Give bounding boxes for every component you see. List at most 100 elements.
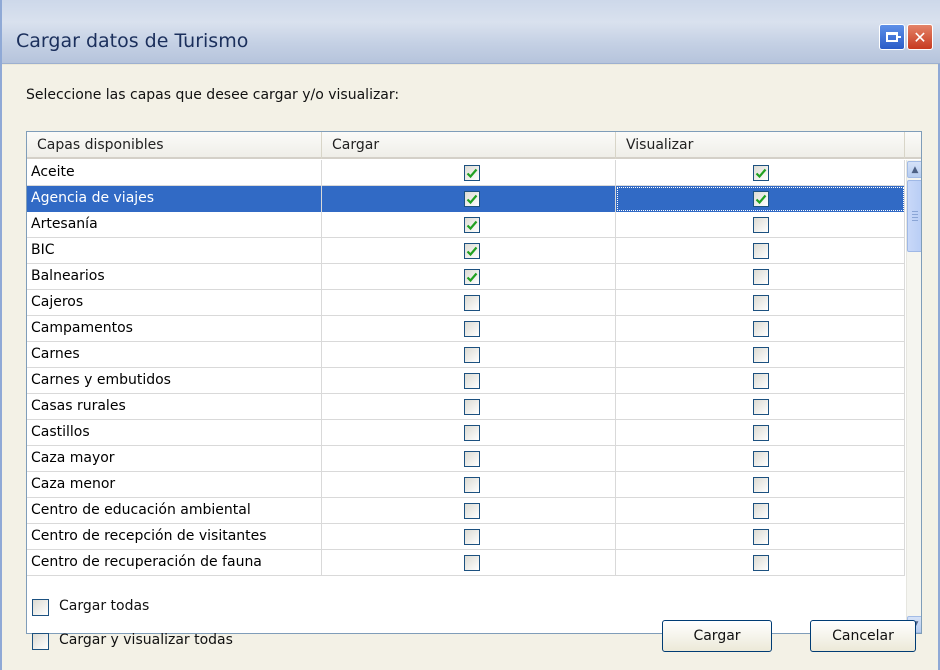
- load-checkbox[interactable]: [464, 165, 480, 181]
- column-header-load[interactable]: Cargar: [322, 132, 616, 159]
- table-row[interactable]: Caza menor: [27, 472, 905, 498]
- load-view-all-checkbox[interactable]: [32, 633, 49, 650]
- table-row[interactable]: Centro de recepción de visitantes: [27, 524, 905, 550]
- column-header-layers[interactable]: Capas disponibles: [27, 132, 322, 159]
- view-checkbox[interactable]: [753, 295, 769, 311]
- load-cell: [322, 186, 616, 212]
- load-checkbox[interactable]: [464, 503, 480, 519]
- scroll-thumb[interactable]: [907, 180, 921, 252]
- view-checkbox[interactable]: [753, 529, 769, 545]
- load-checkbox[interactable]: [464, 243, 480, 259]
- vertical-scrollbar[interactable]: ▲ ▼: [906, 160, 921, 633]
- layer-name: Artesanía: [27, 212, 322, 238]
- restore-button[interactable]: [879, 24, 905, 50]
- view-cell: [616, 446, 905, 472]
- view-cell: [616, 290, 905, 316]
- layer-name: Castillos: [27, 420, 322, 446]
- load-cell: [322, 498, 616, 524]
- view-checkbox[interactable]: [753, 477, 769, 493]
- table-row[interactable]: BIC: [27, 238, 905, 264]
- view-checkbox[interactable]: [753, 165, 769, 181]
- load-checkbox[interactable]: [464, 347, 480, 363]
- table-row[interactable]: Artesanía: [27, 212, 905, 238]
- view-checkbox[interactable]: [753, 269, 769, 285]
- view-checkbox[interactable]: [753, 451, 769, 467]
- layer-name: Centro de recuperación de fauna: [27, 550, 322, 576]
- table-row[interactable]: Castillos: [27, 420, 905, 446]
- load-cell: [322, 472, 616, 498]
- column-header-view[interactable]: Visualizar: [616, 132, 905, 159]
- checkmark-icon: [755, 194, 767, 205]
- table-row[interactable]: Aceite: [27, 160, 905, 186]
- dialog-window: Cargar datos de Turismo ✕ Seleccione las…: [0, 0, 940, 670]
- load-checkbox[interactable]: [464, 399, 480, 415]
- table-row[interactable]: Carnes: [27, 342, 905, 368]
- load-checkbox[interactable]: [464, 191, 480, 207]
- cancel-button[interactable]: Cancelar: [810, 620, 916, 652]
- layer-name: Balnearios: [27, 264, 322, 290]
- view-checkbox[interactable]: [753, 373, 769, 389]
- table-row[interactable]: Centro de educación ambiental: [27, 498, 905, 524]
- load-cell: [322, 420, 616, 446]
- checkmark-icon: [466, 168, 478, 179]
- view-checkbox[interactable]: [753, 321, 769, 337]
- load-checkbox[interactable]: [464, 321, 480, 337]
- load-checkbox[interactable]: [464, 555, 480, 571]
- view-checkbox[interactable]: [753, 555, 769, 571]
- checkmark-icon: [466, 194, 478, 205]
- load-checkbox[interactable]: [464, 295, 480, 311]
- title-bar[interactable]: Cargar datos de Turismo ✕: [2, 0, 940, 64]
- table-row[interactable]: Carnes y embutidos: [27, 368, 905, 394]
- layer-name: Campamentos: [27, 316, 322, 342]
- table-row[interactable]: Cajeros: [27, 290, 905, 316]
- table-row[interactable]: Caza mayor: [27, 446, 905, 472]
- view-cell: [616, 264, 905, 290]
- load-cell: [322, 290, 616, 316]
- view-cell: [616, 420, 905, 446]
- table-row[interactable]: Balnearios: [27, 264, 905, 290]
- load-checkbox[interactable]: [464, 373, 480, 389]
- view-checkbox[interactable]: [753, 243, 769, 259]
- load-checkbox[interactable]: [464, 217, 480, 233]
- table-row[interactable]: Casas rurales: [27, 394, 905, 420]
- load-checkbox[interactable]: [464, 269, 480, 285]
- view-cell: [616, 498, 905, 524]
- view-checkbox[interactable]: [753, 347, 769, 363]
- layer-name: Casas rurales: [27, 394, 322, 420]
- layers-list[interactable]: Capas disponibles Cargar Visualizar Acei…: [26, 131, 922, 634]
- view-cell: [616, 186, 905, 212]
- view-checkbox[interactable]: [753, 191, 769, 207]
- view-checkbox[interactable]: [753, 217, 769, 233]
- view-checkbox[interactable]: [753, 425, 769, 441]
- checkmark-icon: [755, 168, 767, 179]
- load-all-label: Cargar todas: [59, 598, 150, 614]
- layer-name: Aceite: [27, 160, 322, 186]
- load-checkbox[interactable]: [464, 451, 480, 467]
- view-checkbox[interactable]: [753, 503, 769, 519]
- load-checkbox[interactable]: [464, 529, 480, 545]
- table-row[interactable]: Agencia de viajes: [27, 186, 905, 212]
- checkmark-icon: [466, 246, 478, 257]
- load-cell: [322, 368, 616, 394]
- table-row[interactable]: Centro de recuperación de fauna: [27, 550, 905, 576]
- view-cell: [616, 524, 905, 550]
- layer-name: Carnes: [27, 342, 322, 368]
- load-cell: [322, 550, 616, 576]
- checkmark-icon: [466, 272, 478, 283]
- table-row[interactable]: Campamentos: [27, 316, 905, 342]
- layer-name: Cajeros: [27, 290, 322, 316]
- load-checkbox[interactable]: [464, 425, 480, 441]
- close-button[interactable]: ✕: [907, 24, 933, 50]
- load-all-checkbox[interactable]: [32, 599, 49, 616]
- load-checkbox[interactable]: [464, 477, 480, 493]
- close-icon: ✕: [913, 27, 927, 47]
- scroll-up-button[interactable]: ▲: [907, 161, 921, 178]
- view-cell: [616, 394, 905, 420]
- load-cell: [322, 446, 616, 472]
- view-cell: [616, 472, 905, 498]
- load-button[interactable]: Cargar: [662, 620, 772, 652]
- load-cell: [322, 160, 616, 186]
- view-cell: [616, 342, 905, 368]
- load-cell: [322, 264, 616, 290]
- view-checkbox[interactable]: [753, 399, 769, 415]
